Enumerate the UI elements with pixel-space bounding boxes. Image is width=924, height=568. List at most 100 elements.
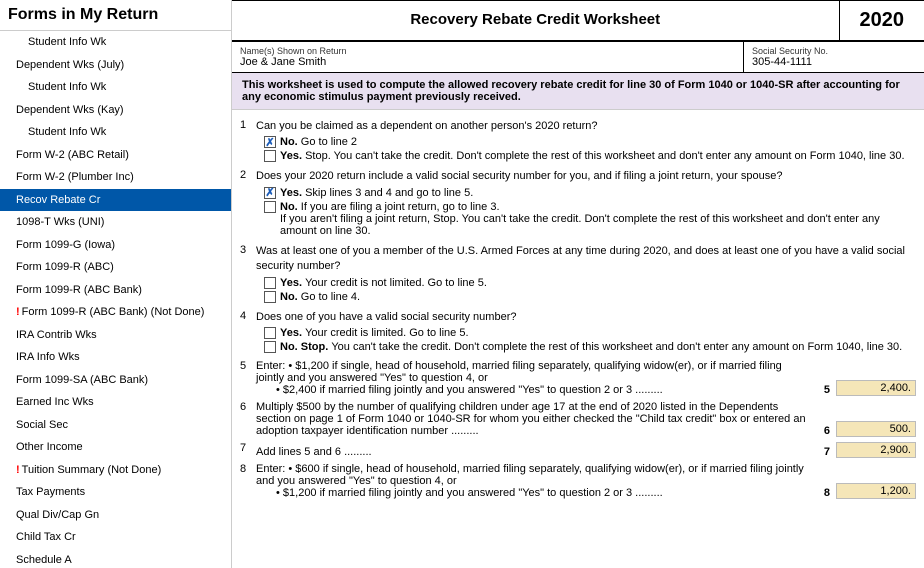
sidebar-item-21[interactable]: Qual Div/Cap Gn bbox=[0, 504, 231, 527]
answer-row-2-1: No. Go to line 4. bbox=[264, 291, 916, 303]
sidebar-item-14[interactable]: IRA Info Wks bbox=[0, 346, 231, 369]
sidebar-item-6[interactable]: Form W-2 (Plumber Inc) bbox=[0, 166, 231, 189]
sidebar-item-13[interactable]: IRA Contrib Wks bbox=[0, 324, 231, 347]
question-num-2: 3 bbox=[240, 244, 256, 256]
question-content-3: Does one of you have a valid social secu… bbox=[256, 310, 916, 355]
checkbox-1-1[interactable] bbox=[264, 201, 276, 213]
line-question-row-2: 7Add lines 5 and 6 ......... 7 2,900. bbox=[240, 442, 916, 458]
sidebar-item-label-5: Form W-2 (ABC Retail) bbox=[16, 149, 129, 161]
answer-row-1-1: No. If you are filing a joint return, go… bbox=[264, 201, 916, 237]
sidebar-item-7[interactable]: Recov Rebate Cr bbox=[0, 189, 231, 212]
sidebar-item-label-7: Recov Rebate Cr bbox=[16, 194, 100, 206]
answer-text-0-0: No. Go to line 2 bbox=[280, 136, 357, 148]
question-text-3: Does one of you have a valid social secu… bbox=[256, 310, 916, 325]
sidebar-item-0[interactable]: Student Info Wk bbox=[0, 31, 231, 54]
question-num-0: 1 bbox=[240, 119, 256, 131]
checkbox-area-3-1 bbox=[264, 341, 276, 353]
line-question-row-3: 8Enter: • $600 if single, head of househ… bbox=[240, 463, 916, 499]
sidebar-item-label-2: Student Info Wk bbox=[28, 81, 106, 93]
checkbox-area-1-1 bbox=[264, 201, 276, 213]
line-number-badge-3: 8 bbox=[810, 487, 830, 499]
sidebar-item-label-16: Earned Inc Wks bbox=[16, 396, 94, 408]
question-content-1: Does your 2020 return include a valid so… bbox=[256, 169, 916, 238]
sidebar-item-10[interactable]: Form 1099-R (ABC) bbox=[0, 256, 231, 279]
sidebar-item-4[interactable]: Student Info Wk bbox=[0, 121, 231, 144]
checkbox-0-1[interactable] bbox=[264, 150, 276, 162]
sidebar-title: Forms in My Return bbox=[0, 0, 231, 31]
answer-row-3-0: Yes. Your credit is limited. Go to line … bbox=[264, 327, 916, 339]
sidebar-item-17[interactable]: Social Sec bbox=[0, 414, 231, 437]
sidebar-item-15[interactable]: Form 1099-SA (ABC Bank) bbox=[0, 369, 231, 392]
answer-text-2-0: Yes. Your credit is not limited. Go to l… bbox=[280, 277, 487, 289]
sidebar-item-label-22: Child Tax Cr bbox=[16, 531, 76, 543]
sidebar-item-23[interactable]: Schedule A bbox=[0, 549, 231, 568]
answer-text-3-1: No. Stop. You can't take the credit. Don… bbox=[280, 341, 902, 353]
worksheet-title-area: Recovery Rebate Credit Worksheet bbox=[232, 1, 840, 40]
checkbox-area-0-1 bbox=[264, 150, 276, 162]
sidebar-item-label-21: Qual Div/Cap Gn bbox=[16, 509, 99, 521]
sidebar-item-3[interactable]: Dependent Wks (Kay) bbox=[0, 99, 231, 122]
question-num-1: 2 bbox=[240, 169, 256, 181]
answer-row-0-1: Yes. Stop. You can't take the credit. Do… bbox=[264, 150, 916, 162]
sidebar-item-label-11: Form 1099-R (ABC Bank) bbox=[16, 284, 142, 296]
ssn-value: 305-44-1111 bbox=[752, 56, 916, 68]
line-question-num-0: 5 bbox=[240, 360, 256, 372]
sidebar-item-1[interactable]: Dependent Wks (July) bbox=[0, 54, 231, 77]
worksheet-title: Recovery Rebate Credit Worksheet bbox=[252, 11, 819, 28]
ssn-label: Social Security No. bbox=[752, 46, 916, 56]
answer-row-0-0: ✗ No. Go to line 2 bbox=[264, 136, 916, 148]
line-question-text2-0: • $2,400 if married filing jointly and y… bbox=[276, 384, 806, 396]
answer-text-1-0: Yes. Skip lines 3 and 4 and go to line 5… bbox=[280, 187, 473, 199]
sidebar-item-19[interactable]: !Tuition Summary (Not Done) bbox=[0, 459, 231, 482]
line-question-content-0: Enter: • $1,200 if single, head of house… bbox=[256, 360, 916, 396]
sidebar-item-20[interactable]: Tax Payments bbox=[0, 481, 231, 504]
line-number-badge-0: 5 bbox=[810, 384, 830, 396]
line-number-badge-2: 7 bbox=[810, 446, 830, 458]
line-question-text-0: Enter: • $1,200 if single, head of house… bbox=[256, 360, 806, 384]
sidebar-item-2[interactable]: Student Info Wk bbox=[0, 76, 231, 99]
sidebar-items: Student Info WkDependent Wks (July)Stude… bbox=[0, 31, 231, 568]
answer-row-1-0: ✗ Yes. Skip lines 3 and 4 and go to line… bbox=[264, 187, 916, 199]
sidebar-item-label-3: Dependent Wks (Kay) bbox=[16, 104, 124, 116]
sidebar-item-label-23: Schedule A bbox=[16, 554, 72, 566]
checkbox-area-1-0: ✗ bbox=[264, 187, 276, 199]
line-question-text-area-0: Enter: • $1,200 if single, head of house… bbox=[256, 360, 806, 396]
checkbox-area-2-1 bbox=[264, 291, 276, 303]
sidebar-item-9[interactable]: Form 1099-G (Iowa) bbox=[0, 234, 231, 257]
worksheet-year: 2020 bbox=[840, 1, 924, 40]
sidebar-item-12[interactable]: !Form 1099-R (ABC Bank) (Not Done) bbox=[0, 301, 231, 324]
question-num-3: 4 bbox=[240, 310, 256, 322]
sidebar-item-label-19: Tuition Summary (Not Done) bbox=[22, 464, 162, 476]
sidebar-item-16[interactable]: Earned Inc Wks bbox=[0, 391, 231, 414]
line-question-num-1: 6 bbox=[240, 401, 256, 413]
names-cell: Name(s) Shown on Return Joe & Jane Smith bbox=[232, 42, 744, 72]
line-question-text-area-1: Multiply $500 by the number of qualifyin… bbox=[256, 401, 806, 437]
line-question-text-2: Add lines 5 and 6 ......... bbox=[256, 446, 806, 458]
sidebar-item-label-18: Other Income bbox=[16, 441, 83, 453]
question-row-3: 4Does one of you have a valid social sec… bbox=[240, 310, 916, 355]
checkbox-2-0[interactable] bbox=[264, 277, 276, 289]
checkbox-3-1[interactable] bbox=[264, 341, 276, 353]
names-value: Joe & Jane Smith bbox=[240, 56, 735, 68]
checkbox-0-0[interactable]: ✗ bbox=[264, 136, 276, 148]
worksheet-instructions: This worksheet is used to compute the al… bbox=[232, 73, 924, 110]
line-question-content-2: Add lines 5 and 6 ......... 7 2,900. bbox=[256, 442, 916, 458]
names-label: Name(s) Shown on Return bbox=[240, 46, 735, 56]
line-value-box-3: 1,200. bbox=[836, 483, 916, 499]
sidebar-item-18[interactable]: Other Income bbox=[0, 436, 231, 459]
names-row: Name(s) Shown on Return Joe & Jane Smith… bbox=[232, 42, 924, 73]
line-number-badge-1: 6 bbox=[810, 425, 830, 437]
sidebar-item-label-9: Form 1099-G (Iowa) bbox=[16, 239, 115, 251]
checkbox-1-0[interactable]: ✗ bbox=[264, 187, 276, 199]
sidebar-item-8[interactable]: 1098-T Wks (UNI) bbox=[0, 211, 231, 234]
sidebar-item-5[interactable]: Form W-2 (ABC Retail) bbox=[0, 144, 231, 167]
answer-row-3-1: No. Stop. You can't take the credit. Don… bbox=[264, 341, 916, 353]
sidebar-item-label-13: IRA Contrib Wks bbox=[16, 329, 97, 341]
worksheet-body: 1Can you be claimed as a dependent on an… bbox=[232, 110, 924, 508]
line-value-box-2: 2,900. bbox=[836, 442, 916, 458]
sidebar: Forms in My Return Student Info WkDepend… bbox=[0, 0, 232, 568]
checkbox-3-0[interactable] bbox=[264, 327, 276, 339]
checkbox-2-1[interactable] bbox=[264, 291, 276, 303]
sidebar-item-11[interactable]: Form 1099-R (ABC Bank) bbox=[0, 279, 231, 302]
sidebar-item-22[interactable]: Child Tax Cr bbox=[0, 526, 231, 549]
